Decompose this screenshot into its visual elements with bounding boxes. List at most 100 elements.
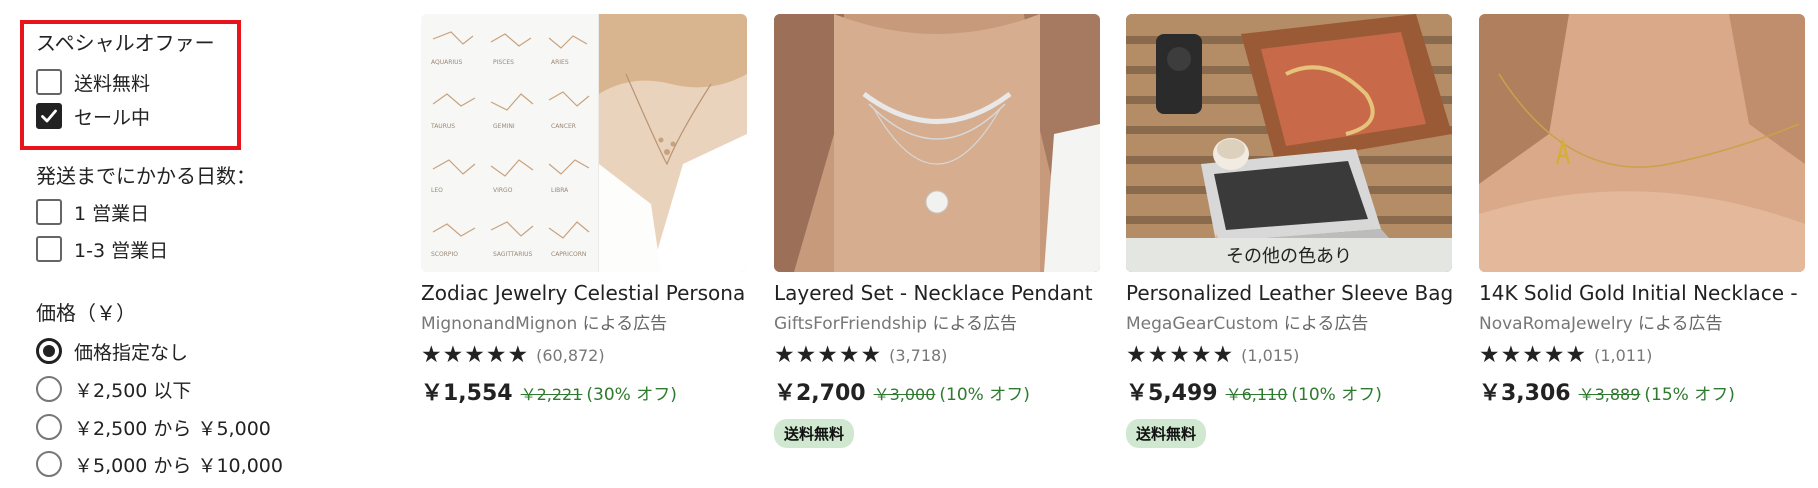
product-image[interactable]: AQUARIUS PISCES ARIES TAURUS GEMINI CANCER L… — [421, 14, 747, 272]
svg-text:CAPRICORN: CAPRICORN — [551, 251, 586, 258]
shipping-1-3-days-option[interactable]: 1-3 営業日 — [36, 235, 168, 263]
product-title[interactable]: Personalized Leather Sleeve Bag fo... — [1126, 280, 1452, 306]
price-under-2500-label: ￥2,500 以下 — [74, 379, 192, 402]
sale-price: ￥2,700 — [774, 381, 866, 406]
radio-dot — [43, 345, 55, 357]
original-price: ￥3,889 — [1578, 385, 1641, 404]
price-2500-5000-option[interactable]: ￥2,500 から ￥5,000 — [36, 413, 271, 441]
original-price: ￥3,000 — [873, 385, 936, 404]
price-under-2500-radio[interactable] — [36, 376, 62, 402]
discount-label: (30% オフ) — [586, 385, 677, 405]
shop-ad-line[interactable]: MegaGearCustom による広告 — [1126, 313, 1452, 335]
star-rating: ★ ★ ★ ★ ★ — [421, 341, 529, 368]
product-card[interactable]: AQUARIUS PISCES ARIES TAURUS GEMINI CANCER L… — [421, 14, 747, 407]
product-card[interactable]: Layered Set - Necklace Pendant Ne... Gif… — [774, 14, 1100, 448]
star-icon: ★ — [1565, 341, 1587, 368]
on-sale-checkbox[interactable] — [36, 103, 62, 129]
svg-text:GEMINI: GEMINI — [493, 123, 515, 130]
star-icon: ★ — [464, 341, 485, 368]
svg-text:AQUARIUS: AQUARIUS — [431, 59, 463, 66]
shop-name[interactable]: MegaGearCustom — [1126, 314, 1279, 334]
original-price: ￥2,221 — [520, 385, 583, 404]
free-shipping-option[interactable]: 送料無料 — [36, 68, 150, 96]
price-title: 価格（￥） — [36, 301, 136, 325]
review-count: (1,011) — [1594, 345, 1653, 365]
shop-ad-line[interactable]: MignonandMignon による広告 — [421, 313, 747, 335]
shipping-1-3-days-label: 1-3 営業日 — [74, 239, 169, 262]
rating: ★ ★ ★ ★ ★ (1,015) — [1126, 343, 1452, 367]
star-icon: ★ — [1212, 341, 1234, 368]
star-icon: ★ — [817, 341, 838, 368]
star-rating: ★ ★ ★ ★ ★ — [774, 341, 882, 368]
svg-text:LEO: LEO — [431, 187, 443, 194]
rating: ★ ★ ★ ★ ★ (60,872) — [421, 343, 747, 367]
free-shipping-checkbox[interactable] — [36, 69, 62, 95]
sale-price: ￥5,499 — [1126, 381, 1218, 406]
shipping-1-day-checkbox[interactable] — [36, 199, 62, 225]
review-count: (1,015) — [1241, 345, 1300, 365]
product-image[interactable] — [1479, 14, 1805, 272]
search-results-page: スペシャルオファー 送料無料 セール中 発送までにかかる日数： 1 営業日 1-… — [0, 0, 1818, 488]
more-colors-overlay: その他の色あり — [1126, 238, 1452, 272]
product-card[interactable]: その他の色あり Personalized Leather Sleeve Bag … — [1126, 14, 1452, 448]
on-sale-option[interactable]: セール中 — [36, 102, 150, 130]
star-icon: ★ — [507, 341, 529, 368]
product-image[interactable]: その他の色あり — [1126, 14, 1452, 272]
free-shipping-label: 送料無料 — [74, 72, 151, 95]
filter-sidebar: スペシャルオファー 送料無料 セール中 発送までにかかる日数： 1 営業日 1-… — [0, 0, 400, 488]
free-shipping-badge: 送料無料 — [774, 419, 855, 448]
product-title[interactable]: 14K Solid Gold Initial Necklace - Sid... — [1479, 280, 1805, 306]
ad-label: による広告 — [927, 314, 1017, 334]
shop-name[interactable]: MignonandMignon — [421, 314, 577, 334]
price-under-2500-option[interactable]: ￥2,500 以下 — [36, 375, 191, 403]
discount-label: (15% オフ) — [1644, 385, 1735, 405]
star-icon: ★ — [860, 341, 882, 368]
product-title[interactable]: Layered Set - Necklace Pendant Ne... — [774, 280, 1100, 306]
shipping-1-3-days-checkbox[interactable] — [36, 236, 62, 262]
original-price: ￥6,110 — [1225, 385, 1288, 404]
price-5000-10000-radio[interactable] — [36, 451, 62, 477]
product-title[interactable]: Zodiac Jewelry Celestial Personalize... — [421, 280, 747, 306]
shop-name[interactable]: GiftsForFriendship — [774, 314, 927, 334]
star-icon: ★ — [442, 341, 464, 368]
review-count: (3,718) — [889, 345, 948, 365]
price-row: ￥5,499 ￥6,110 (10% オフ) — [1126, 375, 1452, 407]
star-icon: ★ — [1147, 341, 1169, 368]
shop-name[interactable]: NovaRomaJewelry — [1479, 314, 1633, 334]
shop-ad-line[interactable]: GiftsForFriendship による広告 — [774, 313, 1100, 335]
sale-price: ￥1,554 — [421, 381, 513, 406]
star-icon: ★ — [421, 341, 442, 368]
checkmark-icon — [41, 109, 57, 123]
price-row: ￥2,700 ￥3,000 (10% オフ) — [774, 375, 1100, 407]
svg-text:CANCER: CANCER — [551, 123, 576, 130]
price-2500-5000-radio[interactable] — [36, 414, 62, 440]
price-2500-5000-label: ￥2,500 から ￥5,000 — [74, 417, 271, 440]
star-rating: ★ ★ ★ ★ ★ — [1126, 341, 1234, 368]
star-icon: ★ — [1169, 341, 1190, 368]
svg-text:ARIES: ARIES — [551, 59, 569, 66]
ad-label: による広告 — [1632, 314, 1723, 334]
price-5000-10000-option[interactable]: ￥5,000 から ￥10,000 — [36, 450, 283, 478]
price-any-option[interactable]: 価格指定なし — [36, 337, 188, 365]
price-row: ￥1,554 ￥2,221 (30% オフ) — [421, 375, 747, 407]
svg-text:SAGITTARIUS: SAGITTARIUS — [493, 251, 533, 258]
shipping-1-day-label: 1 営業日 — [74, 202, 150, 225]
star-icon: ★ — [795, 341, 817, 368]
free-shipping-badge: 送料無料 — [1126, 419, 1207, 448]
svg-text:PISCES: PISCES — [493, 59, 514, 66]
star-icon: ★ — [838, 341, 860, 368]
special-offers-title: スペシャルオファー — [36, 31, 215, 55]
discount-label: (10% オフ) — [939, 385, 1030, 405]
star-icon: ★ — [774, 341, 795, 368]
sale-price: ￥3,306 — [1479, 381, 1571, 406]
price-any-radio[interactable] — [36, 338, 62, 364]
shipping-days-title: 発送までにかかる日数： — [36, 164, 256, 188]
star-icon: ★ — [1190, 341, 1212, 368]
star-icon: ★ — [1126, 341, 1147, 368]
svg-text:VIRGO: VIRGO — [493, 187, 513, 194]
product-card[interactable]: 14K Solid Gold Initial Necklace - Sid...… — [1479, 14, 1805, 407]
svg-text:TAURUS: TAURUS — [430, 123, 455, 130]
product-image[interactable] — [774, 14, 1100, 272]
shop-ad-line[interactable]: NovaRomaJewelry による広告 — [1479, 313, 1805, 335]
shipping-1-day-option[interactable]: 1 営業日 — [36, 198, 149, 226]
